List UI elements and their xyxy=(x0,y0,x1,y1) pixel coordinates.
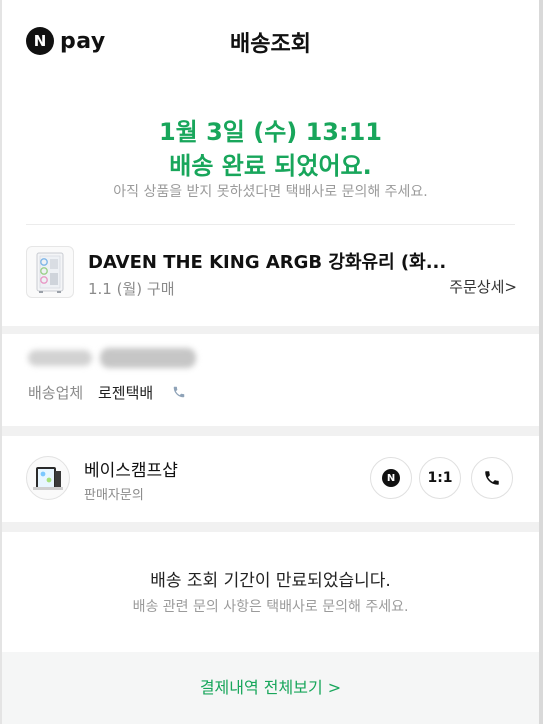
payment-history-link[interactable]: 결제내역 전체보기 > xyxy=(2,674,539,698)
tracking-number-redacted xyxy=(28,350,92,366)
tracking-number-redacted xyxy=(100,348,196,368)
delivery-hint: 아직 상품을 받지 못하셨다면 택배사로 문의해 주세요. xyxy=(113,184,428,200)
delivery-status-message: 배송 완료 되었어요. xyxy=(169,152,372,180)
naver-talk-button[interactable]: N xyxy=(370,457,412,499)
phone-icon xyxy=(485,471,499,485)
page-title: 배송조회 xyxy=(230,32,311,57)
tracking-expired-message: 배송 조회 기간이 만료되었습니다. xyxy=(150,571,391,591)
product-name[interactable]: DAVEN THE KING ARGB 강화유리 (화... xyxy=(88,248,446,274)
seller-logo-image xyxy=(33,467,63,490)
header: N pay 배송조회 xyxy=(2,0,539,86)
order-detail-link[interactable]: 주문상세> xyxy=(449,276,517,297)
window-right-edge xyxy=(539,0,543,724)
carrier-section: 배송업체 로젠택배 xyxy=(2,334,539,426)
tracking-expired-hint: 배송 관련 문의 사항은 택배사로 문의해 주세요. xyxy=(132,599,409,615)
delivery-date: 1월 3일 (수) 13:11 xyxy=(158,118,383,146)
seller-logo[interactable] xyxy=(26,456,70,500)
product-thumbnail[interactable] xyxy=(26,246,74,298)
one-on-one-inquiry-button[interactable]: 1:1 xyxy=(419,457,461,499)
carrier-name: 로젠택배 xyxy=(98,384,154,402)
footer: 결제내역 전체보기 > xyxy=(2,652,539,724)
order-detail-label: 주문상세 xyxy=(449,278,505,296)
delivery-status-section: 1월 3일 (수) 13:11 배송 완료 되었어요. 아직 상품을 받지 못하… xyxy=(2,86,539,326)
divider xyxy=(26,224,515,225)
seller-inquiry-label: 판매자문의 xyxy=(84,488,144,503)
carrier-label: 배송업체 xyxy=(28,384,84,402)
tracking-expired-section: 배송 조회 기간이 만료되었습니다. 배송 관련 문의 사항은 택배사로 문의해… xyxy=(2,532,539,652)
seller-name[interactable]: 베이스캠프샵 xyxy=(84,456,178,481)
purchase-date: 1.1 (월) 구매 xyxy=(88,280,175,298)
seller-section: 베이스캠프샵 판매자문의 N 1:1 xyxy=(2,436,539,522)
phone-icon[interactable] xyxy=(172,385,186,399)
naver-talk-icon: N xyxy=(382,469,400,487)
pc-case-image xyxy=(36,252,64,293)
chevron-right-icon: > xyxy=(504,278,517,296)
call-seller-button[interactable] xyxy=(471,457,513,499)
